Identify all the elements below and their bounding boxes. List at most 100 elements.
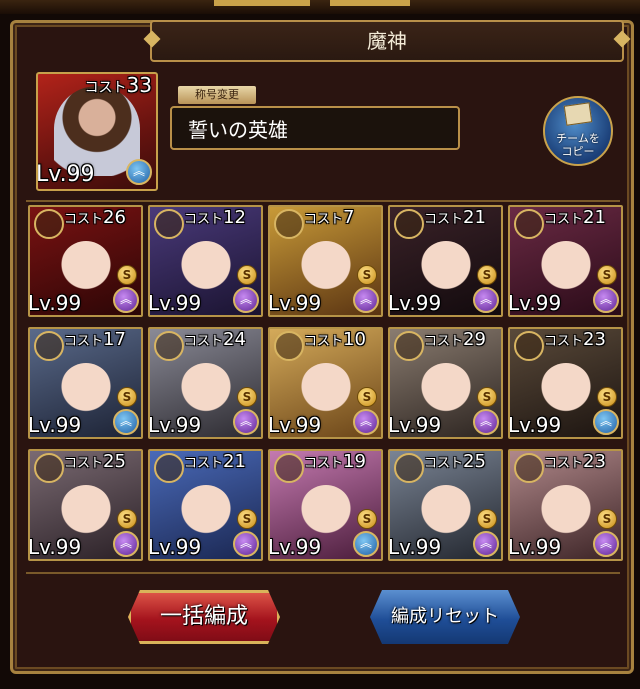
s-rank-icon: S — [597, 509, 617, 529]
skill-up-icon: ︽ — [473, 531, 499, 557]
s-rank-icon: S — [357, 265, 377, 285]
unit-card[interactable]: コスト17 Lv.99 S ︽ — [28, 327, 143, 439]
panel-title: 魔神 — [367, 29, 407, 53]
skill-up-icon: ︽ — [233, 287, 259, 313]
unit-face — [420, 241, 472, 293]
unit-cost: コスト21 — [424, 207, 486, 228]
unit-card[interactable]: コスト26 Lv.99 S ︽ — [28, 205, 143, 317]
s-rank-icon: S — [117, 509, 137, 529]
s-rank-icon: S — [237, 509, 257, 529]
copy-button-label-2: コピー — [561, 145, 595, 158]
unit-level: Lv.99 — [508, 413, 562, 437]
unit-cost: コスト12 — [184, 207, 246, 228]
unit-cost: コスト26 — [64, 207, 126, 228]
unit-card[interactable]: コスト25 Lv.99 S ︽ — [28, 449, 143, 561]
weapon-class-icon — [394, 331, 424, 361]
weapon-class-icon — [274, 453, 304, 483]
unit-face — [540, 241, 592, 293]
unit-face — [300, 485, 352, 537]
unit-level: Lv.99 — [268, 291, 322, 315]
unit-card[interactable]: コスト12 Lv.99 S ︽ — [148, 205, 263, 317]
unit-level: Lv.99 — [268, 535, 322, 559]
leader-level: Lv.99 — [36, 162, 95, 187]
unit-card[interactable]: コスト7 Lv.99 S ︽ — [268, 205, 383, 317]
s-rank-icon: S — [117, 265, 137, 285]
bulk-form-label: 一括編成 — [159, 604, 248, 629]
unit-card[interactable]: コスト21 Lv.99 S ︽ — [508, 205, 623, 317]
unit-cost: コスト25 — [424, 451, 486, 472]
unit-card[interactable]: コスト24 Lv.99 S ︽ — [148, 327, 263, 439]
unit-cost: コスト29 — [424, 329, 486, 350]
unit-cost: コスト23 — [544, 329, 606, 350]
unit-cost: コスト19 — [304, 451, 366, 472]
s-rank-icon: S — [237, 265, 257, 285]
weapon-class-icon — [154, 453, 184, 483]
skill-up-icon: ︽ — [113, 409, 139, 435]
weapon-class-icon — [514, 453, 544, 483]
unit-cost: コスト10 — [304, 329, 366, 350]
s-rank-icon: S — [357, 387, 377, 407]
unit-level: Lv.99 — [28, 291, 82, 315]
bulk-form-button[interactable]: 一括編成 — [128, 590, 280, 644]
card-icon — [563, 102, 593, 126]
copy-team-button[interactable]: チームを コピー — [543, 96, 613, 166]
weapon-class-icon — [514, 209, 544, 239]
weapon-class-icon — [34, 331, 64, 361]
weapon-class-icon — [514, 331, 544, 361]
weapon-class-icon — [34, 209, 64, 239]
unit-level: Lv.99 — [268, 413, 322, 437]
weapon-class-icon — [394, 453, 424, 483]
weapon-class-icon — [394, 209, 424, 239]
unit-cost: コスト17 — [64, 329, 126, 350]
unit-card[interactable]: コスト10 Lv.99 S ︽ — [268, 327, 383, 439]
unit-cost: コスト21 — [184, 451, 246, 472]
top-bar-ornament — [330, 0, 410, 6]
s-rank-icon: S — [477, 387, 497, 407]
unit-level: Lv.99 — [388, 535, 442, 559]
unit-card[interactable]: コスト21 Lv.99 S ︽ — [148, 449, 263, 561]
unit-face — [300, 241, 352, 293]
title-field[interactable]: 誓いの英雄 — [170, 106, 460, 150]
copy-button-label-1: チームを — [556, 132, 600, 145]
s-rank-icon: S — [117, 387, 137, 407]
unit-face — [540, 485, 592, 537]
unit-card[interactable]: コスト21 Lv.99 S ︽ — [388, 205, 503, 317]
leader-cost: コスト33 — [84, 73, 152, 97]
leader-unit[interactable]: コスト33 Lv.99 ︽ — [36, 72, 158, 191]
weapon-class-icon — [34, 453, 64, 483]
top-bar — [0, 0, 640, 14]
unit-card[interactable]: コスト29 Lv.99 S ︽ — [388, 327, 503, 439]
unit-card[interactable]: コスト19 Lv.99 S ︽ — [268, 449, 383, 561]
skill-up-icon: ︽ — [593, 287, 619, 313]
unit-face — [180, 485, 232, 537]
weapon-class-icon — [274, 331, 304, 361]
skill-up-icon: ︽ — [126, 159, 152, 185]
unit-cost: コスト21 — [544, 207, 606, 228]
title-change-label: 称号変更 — [178, 86, 256, 104]
weapon-class-icon — [274, 209, 304, 239]
skill-up-icon: ︽ — [473, 409, 499, 435]
unit-level: Lv.99 — [148, 535, 202, 559]
unit-face — [540, 363, 592, 415]
s-rank-icon: S — [597, 387, 617, 407]
unit-card[interactable]: コスト23 Lv.99 S ︽ — [508, 449, 623, 561]
skill-up-icon: ︽ — [473, 287, 499, 313]
unit-card[interactable]: コスト25 Lv.99 S ︽ — [388, 449, 503, 561]
skill-up-icon: ︽ — [233, 409, 259, 435]
unit-card[interactable]: コスト23 Lv.99 S ︽ — [508, 327, 623, 439]
s-rank-icon: S — [357, 509, 377, 529]
s-rank-icon: S — [477, 265, 497, 285]
unit-level: Lv.99 — [148, 413, 202, 437]
unit-cost: コスト7 — [304, 207, 355, 228]
reset-form-button[interactable]: 編成リセット — [370, 590, 520, 644]
unit-face — [300, 363, 352, 415]
unit-level: Lv.99 — [388, 413, 442, 437]
unit-cost: コスト23 — [544, 451, 606, 472]
unit-level: Lv.99 — [388, 291, 442, 315]
unit-face — [60, 241, 112, 293]
unit-face — [60, 485, 112, 537]
s-rank-icon: S — [597, 265, 617, 285]
panel-title-bar: 魔神 — [143, 20, 631, 62]
skill-up-icon: ︽ — [113, 287, 139, 313]
unit-level: Lv.99 — [28, 535, 82, 559]
